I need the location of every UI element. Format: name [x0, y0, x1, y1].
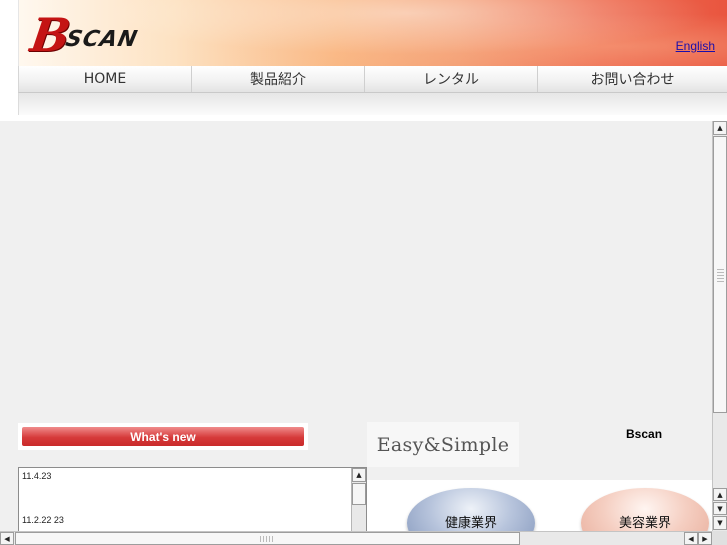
health-industry-button[interactable]: 健康業界	[407, 488, 535, 531]
whats-new-heading: What's new	[22, 427, 304, 446]
news-list-box[interactable]: 11.4.23 11.2.22 23 ▲	[18, 467, 367, 531]
scroll-up-button[interactable]: ▲	[713, 121, 727, 135]
scrollbar-corner	[712, 531, 727, 545]
news-scroll-up-button[interactable]: ▲	[352, 468, 366, 482]
scroll-down-button-bottom[interactable]: ▼	[713, 516, 727, 530]
tagline-box: Easy&Simple	[367, 422, 519, 467]
triangle-down-icon: ▼	[717, 504, 723, 513]
news-scroll-thumb[interactable]	[352, 483, 366, 505]
nav-rental[interactable]: レンタル	[365, 66, 538, 92]
grip-icon	[717, 269, 724, 283]
news-date: 11.2.22 23	[22, 515, 64, 525]
logo-letters-scan: SCAN	[63, 27, 140, 52]
tagline-text: Easy&Simple	[376, 433, 510, 456]
bscan-logo[interactable]: B SCAN	[27, 8, 140, 62]
brand-label: Bscan	[626, 427, 663, 441]
nav-home[interactable]: HOME	[19, 66, 192, 92]
main-nav: HOME 製品紹介 レンタル お問い合わせ	[18, 66, 727, 93]
triangle-up-icon: ▲	[717, 124, 723, 132]
header-banner: B SCAN English	[18, 0, 727, 66]
page-vertical-scrollbar[interactable]: ▲ ▲ ▼ ▼	[712, 121, 727, 531]
nav-products[interactable]: 製品紹介	[192, 66, 365, 92]
scroll-down-button[interactable]: ▼	[713, 502, 727, 515]
triangle-left-icon: ◀	[4, 534, 10, 543]
triangle-right-icon: ▶	[702, 534, 708, 543]
news-list: 11.4.23 11.2.22 23	[22, 471, 348, 531]
whats-new-header-wrap: What's new	[18, 423, 308, 450]
horizontal-scroll-thumb[interactable]	[15, 532, 520, 545]
triangle-left-icon: ◀	[688, 534, 694, 543]
page-horizontal-scrollbar[interactable]: ◀ ◀ ▶	[0, 531, 712, 545]
nav-shadow-divider	[18, 93, 727, 115]
health-industry-label: 健康業界	[444, 516, 497, 531]
beauty-industry-label: 美容業界	[618, 516, 671, 531]
grip-icon	[260, 536, 274, 542]
news-item[interactable]: 11.2.22 23	[22, 515, 348, 531]
industry-cards: 健康業界 美容業界	[367, 480, 712, 531]
scroll-right-button[interactable]: ▶	[698, 532, 712, 545]
scroll-left-button-end[interactable]: ◀	[684, 532, 698, 545]
english-link[interactable]: English	[676, 39, 715, 53]
beauty-industry-button[interactable]: 美容業界	[581, 488, 709, 531]
triangle-up-icon: ▲	[356, 471, 362, 479]
vertical-scroll-thumb[interactable]	[713, 136, 727, 413]
browser-viewport: B SCAN English HOME 製品紹介 レンタル お問い合わせ Wha…	[0, 0, 727, 545]
nav-contact[interactable]: お問い合わせ	[538, 66, 727, 92]
news-scrollbar[interactable]: ▲	[351, 468, 366, 531]
news-date: 11.4.23	[22, 471, 52, 481]
scroll-left-button[interactable]: ◀	[0, 532, 14, 545]
triangle-down-icon: ▼	[717, 519, 723, 527]
scroll-up-button-lower[interactable]: ▲	[713, 488, 727, 501]
news-item[interactable]: 11.4.23	[22, 471, 348, 515]
content-frame: What's new 11.4.23 11.2.22 23 ▲ Easy&Sim…	[0, 121, 712, 531]
triangle-up-icon: ▲	[717, 490, 723, 499]
